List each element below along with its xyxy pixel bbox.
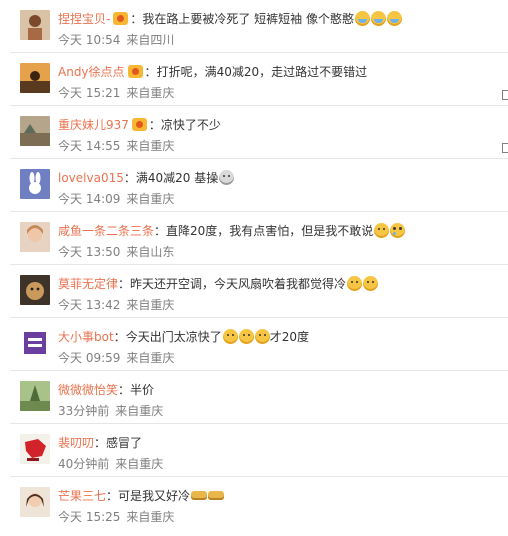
comment-time: 今天 15:25 xyxy=(58,510,121,524)
comment-item: 重庆妹儿937 ：凉快了不少 今天 14:55 来自重庆 xyxy=(0,106,508,159)
comment-time: 今天 13:42 xyxy=(58,298,121,312)
colon: ： xyxy=(130,12,143,26)
comment-text: 今天出门太凉快了 xyxy=(125,330,222,344)
emoji-icon xyxy=(347,276,363,291)
colon: ： xyxy=(154,224,167,238)
comment-time: 33分钟前 xyxy=(58,404,110,418)
colon: ： xyxy=(144,65,157,79)
avatar[interactable] xyxy=(20,381,50,411)
comment-time: 今天 14:55 xyxy=(58,139,121,153)
user-name[interactable]: Andy徐点点 xyxy=(58,65,125,79)
comment-source: 来自四川 xyxy=(126,33,175,47)
comment-item: 裴叨叨：感冒了 40分钟前 来自重庆 xyxy=(0,424,508,477)
emoji-icon xyxy=(355,11,370,26)
comment-item: 咸鱼一条二条三条：直降20度，我有点害怕，但是我不敢说 今天 13:50 来自山东 xyxy=(0,212,508,265)
emoji-icon xyxy=(371,11,386,26)
comment-text: 昨天还开空调，今天风扇吹着我都觉得冷 xyxy=(130,277,347,291)
user-name[interactable]: 莫菲无定律 xyxy=(58,277,118,291)
emoji-icon xyxy=(208,491,225,500)
vip-badge-icon xyxy=(127,65,143,78)
vip-badge-icon xyxy=(131,118,147,131)
comment-time: 今天 13:50 xyxy=(58,245,121,259)
comment-text: 直降20度，我有点害怕，但是我不敢说 xyxy=(166,224,374,238)
avatar[interactable] xyxy=(20,275,50,305)
emoji-icon xyxy=(222,329,238,344)
comment-text: 满40减20 基操 xyxy=(135,171,219,185)
avatar[interactable] xyxy=(20,169,50,199)
user-name[interactable]: 微微微怡笑 xyxy=(58,383,118,397)
avatar[interactable] xyxy=(20,10,50,40)
comment-source: 来自重庆 xyxy=(126,139,175,153)
comment-item: Andy徐点点 ：打折呢，满40减20，走过路过不要错过 今天 15:21 来自重庆 xyxy=(0,53,508,106)
colon: ： xyxy=(118,383,131,397)
comment-time: 40分钟前 xyxy=(58,457,110,471)
comment-source: 来自重庆 xyxy=(126,298,175,312)
comment-time: 今天 10:54 xyxy=(58,33,121,47)
user-name[interactable]: 芒果三七 xyxy=(58,489,106,503)
comment-item: 莫菲无定律：昨天还开空调，今天风扇吹着我都觉得冷 今天 13:42 来自重庆 xyxy=(0,265,508,318)
comment-item: lovelva015：满40减20 基操 今天 14:09 来自重庆 xyxy=(0,159,508,212)
emoji-icon xyxy=(191,491,208,500)
comment-list: 捏捏宝贝- ：我在路上要被冷死了 短裤短袖 像个憨憨 今天 10:54 来自四川 A… xyxy=(0,0,508,536)
comment-item: 微微微怡笑：半价 33分钟前 来自重庆 xyxy=(0,371,508,424)
comment-text: 可是我又好冷 xyxy=(118,489,191,503)
comment-text: 打折呢，满40减20，走过路过不要错过 xyxy=(156,65,368,79)
colon: ： xyxy=(94,436,107,450)
user-name[interactable]: 捏捏宝贝- xyxy=(58,12,110,26)
colon: ： xyxy=(123,171,136,185)
comment-source: 来自重庆 xyxy=(115,457,164,471)
comment-text-after: 才20度 xyxy=(269,330,309,344)
user-name[interactable]: lovelva015 xyxy=(58,171,124,185)
comment-text: 我在路上要被冷死了 短裤短袖 像个憨憨 xyxy=(142,12,354,26)
reply-icon[interactable] xyxy=(502,143,508,153)
user-name[interactable]: 咸鱼一条二条三条 xyxy=(58,224,154,238)
comment-time: 今天 09:59 xyxy=(58,351,121,365)
user-name[interactable]: 大小事bot xyxy=(58,330,114,344)
emoji-icon xyxy=(254,329,270,344)
colon: ： xyxy=(148,118,161,132)
comment-source: 来自重庆 xyxy=(115,404,164,418)
avatar[interactable] xyxy=(20,328,50,358)
comment-source: 来自重庆 xyxy=(126,351,175,365)
vip-badge-icon xyxy=(113,12,129,25)
comment-text: 感冒了 xyxy=(106,436,143,450)
comment-text: 凉快了不少 xyxy=(160,118,221,132)
emoji-icon xyxy=(238,329,254,344)
avatar[interactable] xyxy=(20,487,50,517)
comment-source: 来自重庆 xyxy=(126,86,175,100)
colon: ： xyxy=(118,277,131,291)
user-name[interactable]: 重庆妹儿937 xyxy=(58,118,129,132)
comment-item: 芒果三七：可是我又好冷 今天 15:25 来自重庆 xyxy=(0,477,508,530)
colon: ： xyxy=(106,489,119,503)
comment-source: 来自重庆 xyxy=(126,510,175,524)
user-name[interactable]: 裴叨叨 xyxy=(58,436,94,450)
reply-icon[interactable] xyxy=(502,90,508,100)
comment-time: 今天 14:09 xyxy=(58,192,121,206)
avatar[interactable] xyxy=(20,116,50,146)
colon: ： xyxy=(113,330,126,344)
comment-item: 捏捏宝贝- ：我在路上要被冷死了 短裤短袖 像个憨憨 今天 10:54 来自四川 xyxy=(0,0,508,53)
avatar[interactable] xyxy=(20,63,50,93)
avatar[interactable] xyxy=(20,222,50,252)
emoji-icon xyxy=(363,276,379,291)
comment-source: 来自山东 xyxy=(126,245,175,259)
avatar[interactable] xyxy=(20,434,50,464)
emoji-icon xyxy=(387,11,402,26)
comment-source: 来自重庆 xyxy=(126,192,175,206)
emoji-icon xyxy=(219,170,235,185)
comment-time: 今天 15:21 xyxy=(58,86,121,100)
comment-text: 半价 xyxy=(130,383,155,397)
emoji-icon xyxy=(374,223,390,238)
emoji-icon xyxy=(390,223,406,238)
comment-item: 大小事bot：今天出门太凉快了 才20度 今天 09:59 来自重庆 xyxy=(0,318,508,371)
